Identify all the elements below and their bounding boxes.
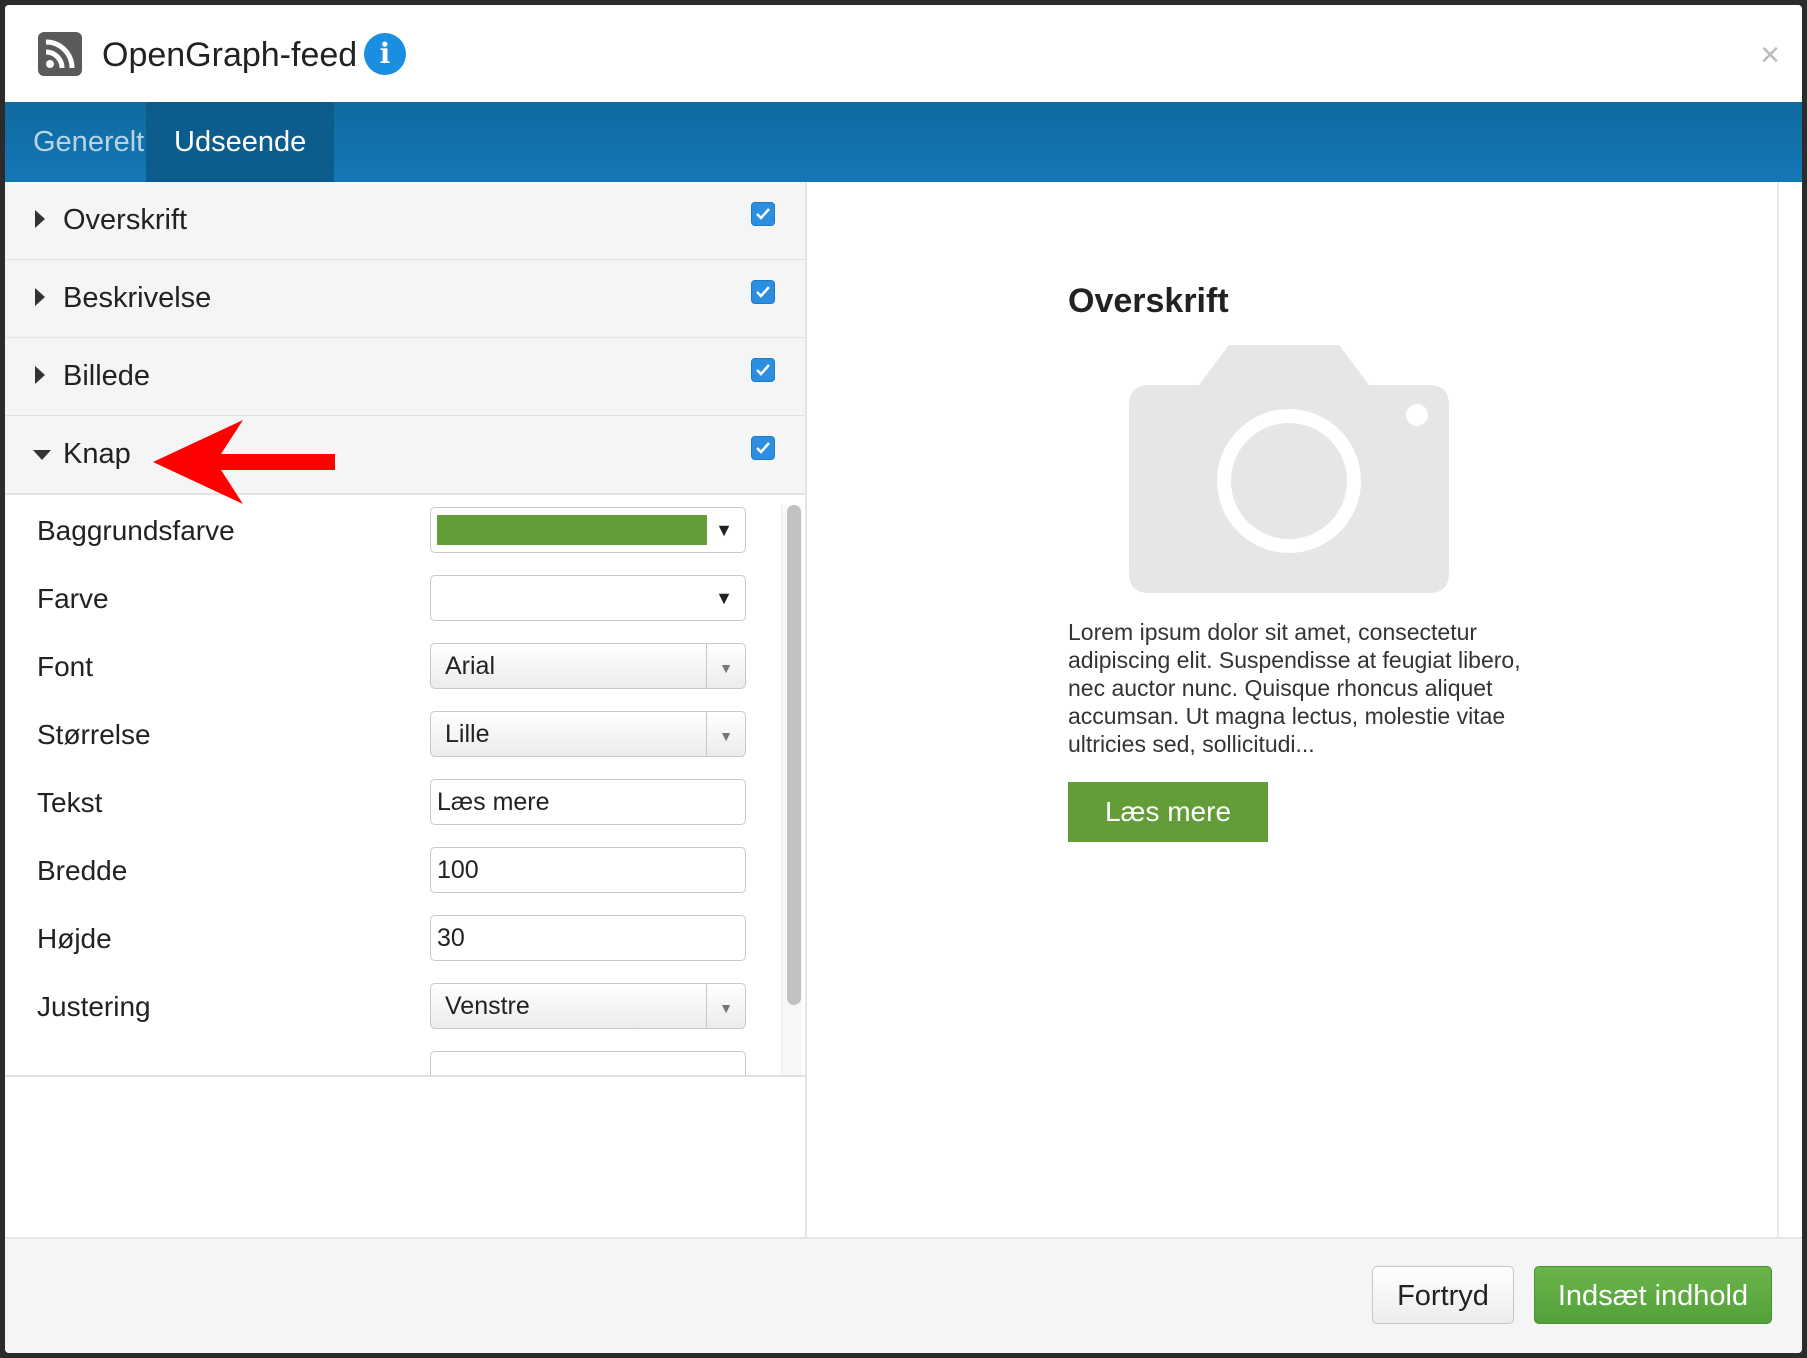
preview-heading: Overskrift: [1068, 282, 1229, 320]
red-arrow-annotation-icon: [153, 420, 335, 509]
row-baggrundsfarve: Baggrundsfarve ▼: [5, 497, 775, 565]
opengraph-feed-dialog: OpenGraph-feed i × Generelt Udseende Ove…: [5, 5, 1802, 1353]
field-label: Font: [37, 651, 94, 682]
select-value: Venstre: [445, 992, 530, 1020]
section-label: Overskrift: [63, 204, 188, 236]
section-label: Knap: [63, 438, 131, 470]
text-color-picker[interactable]: ▼: [430, 575, 746, 621]
row-font: Font Arial ▼: [5, 633, 775, 701]
divider: [1777, 182, 1779, 1237]
info-icon[interactable]: i: [364, 33, 406, 75]
form-scrollbar-thumb[interactable]: [787, 505, 801, 1005]
section-billede[interactable]: Billede: [5, 338, 805, 417]
dropdown-arrow-icon: ▼: [706, 984, 745, 1028]
button-text-input[interactable]: Læs mere: [430, 779, 746, 825]
dialog-footer: Fortryd Indsæt indhold: [5, 1237, 1802, 1353]
field-label: Justering: [37, 991, 151, 1022]
alignment-select[interactable]: Venstre ▼: [430, 983, 746, 1029]
field-label: Tekst: [37, 787, 103, 818]
field-label: Højde: [37, 923, 112, 954]
expand-arrow-icon: [35, 210, 45, 228]
field-label: Farve: [37, 583, 109, 614]
row-partially-hidden: [5, 1041, 775, 1075]
select-value: Lille: [445, 720, 490, 748]
section-knap[interactable]: Knap: [5, 416, 805, 495]
section-checkbox[interactable]: [751, 436, 775, 460]
dropdown-arrow-icon: ▼: [715, 588, 733, 608]
height-input[interactable]: 30: [430, 915, 746, 961]
row-farve: Farve ▼: [5, 565, 775, 633]
section-label: Billede: [63, 360, 151, 392]
dropdown-arrow-icon: ▼: [706, 644, 745, 688]
divider: [5, 1075, 805, 1077]
tab-bar: Generelt Udseende: [5, 102, 1802, 182]
close-icon[interactable]: ×: [1760, 35, 1780, 75]
knap-settings-form: Baggrundsfarve ▼ Farve ▼ Font Arial ▼ St…: [5, 497, 775, 1075]
dialog-header: OpenGraph-feed i ×: [5, 5, 1802, 102]
section-beskrivelse[interactable]: Beskrivelse: [5, 260, 805, 339]
font-select[interactable]: Arial ▼: [430, 643, 746, 689]
field-label: Størrelse: [37, 719, 151, 750]
section-overskrift[interactable]: Overskrift: [5, 182, 805, 261]
preview-panel: Overskrift Lorem ipsum dolor sit amet, c…: [807, 182, 1777, 1237]
cancel-button[interactable]: Fortryd: [1372, 1266, 1514, 1324]
expand-arrow-icon: [35, 288, 45, 306]
row-tekst: Tekst Læs mere: [5, 769, 775, 837]
dialog-title: OpenGraph-feed: [102, 36, 358, 74]
insert-content-button[interactable]: Indsæt indhold: [1534, 1266, 1772, 1324]
expand-arrow-icon: [35, 366, 45, 384]
input-value: 30: [437, 924, 465, 952]
section-checkbox[interactable]: [751, 202, 775, 226]
dropdown-arrow-icon: ▼: [706, 712, 745, 756]
section-checkbox[interactable]: [751, 280, 775, 304]
input-value: 100: [437, 856, 479, 884]
partially-hidden-field[interactable]: [430, 1051, 746, 1075]
field-label: Bredde: [37, 855, 128, 886]
background-color-picker[interactable]: ▼: [430, 507, 746, 553]
collapse-arrow-icon: [33, 450, 51, 460]
row-bredde: Bredde 100: [5, 837, 775, 905]
field-label: Baggrundsfarve: [37, 515, 235, 546]
row-hojde: Højde 30: [5, 905, 775, 973]
camera-placeholder-icon: [1129, 345, 1449, 598]
row-justering: Justering Venstre ▼: [5, 973, 775, 1041]
dropdown-arrow-icon: ▼: [715, 520, 733, 540]
row-storrelse: Størrelse Lille ▼: [5, 701, 775, 769]
width-input[interactable]: 100: [430, 847, 746, 893]
section-checkbox[interactable]: [751, 358, 775, 382]
tab-udseende[interactable]: Udseende: [146, 102, 335, 182]
preview-description: Lorem ipsum dolor sit amet, consectetur …: [1068, 619, 1521, 757]
preview-read-more-button[interactable]: Læs mere: [1068, 782, 1268, 842]
size-select[interactable]: Lille ▼: [430, 711, 746, 757]
color-swatch: [437, 515, 707, 545]
section-label: Beskrivelse: [63, 282, 212, 314]
select-value: Arial: [445, 652, 496, 680]
rss-icon: [38, 32, 82, 76]
input-value: Læs mere: [437, 788, 550, 816]
